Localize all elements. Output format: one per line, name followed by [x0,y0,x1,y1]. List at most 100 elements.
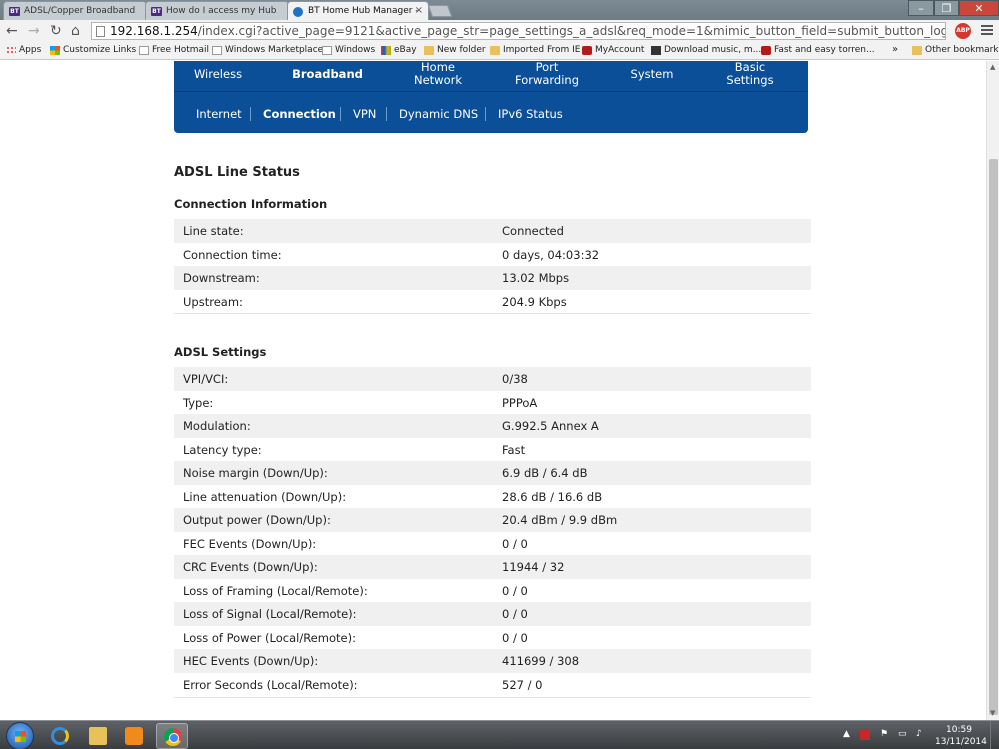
row-value: 20.4 dBm / 9.9 dBm [502,513,618,527]
bookmark-ebay[interactable]: eBay [381,45,417,55]
row-label: Downstream: [183,271,260,285]
connection-information-table: Line state: Connected Connection time: 0 d… [174,219,811,313]
row-label: Error Seconds (Local/Remote): [183,677,358,692]
row-label: CRC Events (Down/Up): [183,560,318,574]
taskbar-media-player[interactable] [118,723,150,749]
row-value: 0 / 0 [502,630,528,645]
new-tab-button[interactable] [427,5,453,17]
maximize-window-button[interactable]: ❐ [934,0,959,16]
taskbar-clock[interactable]: 10:59 13/11/2014 [935,724,987,748]
tab-bt-home-hub-manager[interactable]: BT Home Hub Manager - × [287,1,429,20]
media-player-icon [125,727,143,745]
taskbar-chrome[interactable] [156,723,188,749]
windows-logo-icon [50,46,60,55]
row-label: Loss of Signal (Local/Remote): [183,607,357,621]
row-value: 527 / 0 [502,677,543,692]
nav-basic-settings[interactable]: Basic Settings [702,61,798,87]
taskbar-file-explorer[interactable] [82,723,114,749]
row-value: G.992.5 Annex A [502,419,599,433]
more-bookmarks-chevron-icon[interactable]: » [892,44,898,55]
subnav-internet[interactable]: Internet [196,107,242,121]
nav-broadband[interactable]: Broadband [270,68,385,81]
scrollbar-thumb[interactable] [989,159,998,715]
bookmark-apps[interactable]: Apps [6,45,41,55]
row-value: 11944 / 32 [502,560,565,574]
internet-explorer-icon [51,727,69,745]
file-explorer-icon [89,727,107,745]
bookmark-label: MyAccount [595,45,645,55]
row-value: 28.6 dB / 16.6 dB [502,489,603,504]
hamburger-menu-icon[interactable] [981,25,993,35]
nav-port-forwarding[interactable]: Port Forwarding [492,61,602,87]
bookmark-customize-links[interactable]: Customize Links [50,45,136,55]
home-icon[interactable]: ⌂ [71,23,80,39]
security-tray-icon[interactable] [860,730,870,740]
section-divider [174,697,811,698]
bookmark-label: Other bookmarks [925,45,999,55]
tab-how-do-i-access-my-hub[interactable]: BT How do I access my Hub [145,1,289,20]
action-center-flag-icon[interactable]: ⚑ [880,729,888,739]
chrome-icon [164,728,182,746]
nav-wireless[interactable]: Wireless [174,68,262,81]
bookmark-windows[interactable]: Windows [322,45,375,55]
forward-arrow-icon[interactable]: → [28,23,40,39]
subnav-divider [250,107,251,121]
minimize-window-button[interactable]: – [908,0,934,16]
row-value: Fast [502,442,526,457]
bookmark-myaccount[interactable]: MyAccount [582,45,644,55]
bt-favicon-icon: BT [9,7,20,16]
table-row: Loss of Signal (Local/Remote): 0 / 0 [174,602,811,626]
bookmark-fast-and-easy-torrent[interactable]: Fast and easy torren... [761,45,875,55]
table-row: HEC Events (Down/Up): 411699 / 308 [174,649,811,673]
row-value: 0 / 0 [502,607,528,621]
adsl-settings-table: VPI/VCI: 0/38 Type: PPPoA Modulation: G.992… [174,367,811,696]
nav-home-network[interactable]: Home Network [386,61,490,87]
bookmark-label: New folder [437,45,486,55]
adblock-plus-icon[interactable]: ABP [955,23,971,39]
subnav-ipv6-status[interactable]: IPv6 Status [498,107,563,121]
volume-tray-icon[interactable]: ♪ [916,729,922,739]
bookmark-windows-marketplace[interactable]: Windows Marketplace [212,45,323,55]
bookmark-new-folder[interactable]: New folder [424,45,486,55]
network-tray-icon[interactable]: ▭ [898,729,907,739]
show-desktop-button[interactable] [990,721,999,749]
row-label: Connection time: [183,247,282,262]
table-row: Loss of Framing (Local/Remote): 0 / 0 [174,579,811,603]
table-row: FEC Events (Down/Up): 0 / 0 [174,532,811,556]
close-window-button[interactable]: ✕ [959,0,999,16]
show-hidden-icons-icon[interactable]: ▲ [843,729,850,739]
row-value: 13.02 Mbps [502,271,570,285]
page-icon [322,46,332,55]
row-label: Loss of Framing (Local/Remote): [183,583,368,598]
scroll-up-arrow-icon[interactable]: ▲ [990,63,995,71]
row-label: Loss of Power (Local/Remote): [183,630,356,645]
back-arrow-icon[interactable]: ← [6,23,18,39]
row-value: Connected [502,224,564,238]
scroll-down-arrow-icon[interactable]: ▼ [990,709,995,717]
table-row: Type: PPPoA [174,391,811,415]
row-label: HEC Events (Down/Up): [183,654,319,668]
start-button[interactable] [6,722,34,749]
bt-favicon-icon: BT [151,7,162,16]
row-label: Output power (Down/Up): [183,513,331,527]
row-value: 204.9 Kbps [502,294,567,309]
url-path: /index.cgi?active_page=9121&active_page_… [197,24,946,38]
row-label: Upstream: [183,294,243,309]
bookmark-imported-from-ie[interactable]: Imported From IE [490,45,580,55]
table-row: CRC Events (Down/Up): 11944 / 32 [174,555,811,579]
bookmark-download-music[interactable]: Download music, m... [651,45,761,55]
close-tab-icon[interactable]: × [415,5,423,16]
nav-system[interactable]: System [604,68,700,81]
subnav-dynamic-dns[interactable]: Dynamic DNS [399,107,478,121]
bookmark-free-hotmail[interactable]: Free Hotmail [139,45,209,55]
taskbar-internet-explorer[interactable] [44,723,76,749]
page-viewport: Wireless Broadband Home Network Port For… [0,61,986,720]
subnav-connection[interactable]: Connection [263,107,336,121]
address-bar[interactable]: 192.168.1.254/index.cgi?active_page=9121… [91,22,946,40]
subnav-vpn[interactable]: VPN [353,107,376,121]
page-title: ADSL Line Status [174,165,300,180]
reload-icon[interactable]: ↻ [50,23,62,39]
bookmark-other-bookmarks[interactable]: Other bookmarks [912,45,999,55]
tab-adsl-copper-broadband[interactable]: BT ADSL/Copper Broadband [3,1,147,20]
page-scrollbar[interactable]: ▲ ▼ [986,61,999,720]
